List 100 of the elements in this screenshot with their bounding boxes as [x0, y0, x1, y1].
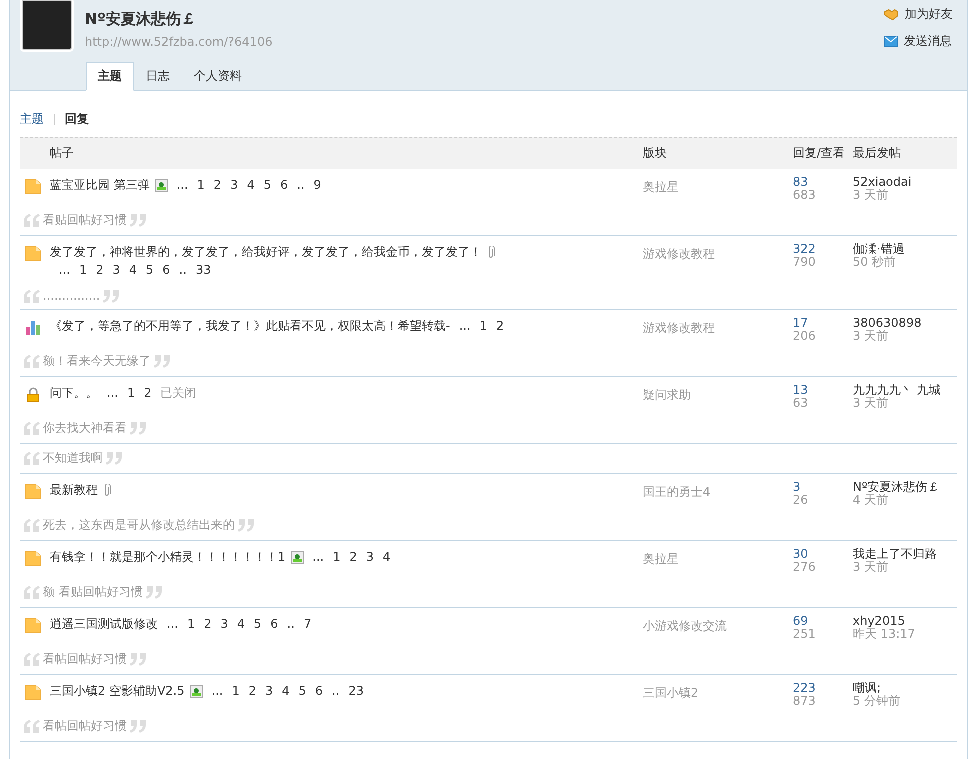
page-link[interactable]: 3 — [366, 550, 374, 564]
page-link[interactable]: 2 — [96, 263, 104, 277]
quote-close-icon — [238, 519, 254, 532]
page-link[interactable]: ... — [107, 386, 118, 400]
view-count: 683 — [793, 189, 817, 202]
quote-open-icon — [24, 586, 40, 599]
thread-title[interactable]: 有钱拿！！就是那个小精灵！！！！！！！1 — [50, 550, 286, 564]
page-link[interactable]: 6 — [280, 178, 288, 192]
profile-tab[interactable]: 主题 — [86, 62, 134, 91]
page-link[interactable]: .. — [297, 178, 305, 192]
add-friend-link[interactable]: 加为好友 — [884, 6, 953, 23]
status-text: 已关闭 — [160, 386, 197, 400]
last-poster[interactable]: xhy2015 — [853, 615, 958, 628]
reply-count: 223 — [793, 682, 817, 695]
page-link[interactable]: 1 — [197, 178, 205, 192]
page-link[interactable]: 7 — [304, 617, 312, 631]
last-poster[interactable]: 380630898 — [853, 317, 958, 330]
page-link[interactable]: 5 — [264, 178, 272, 192]
page-link[interactable]: 1 — [127, 386, 136, 400]
last-poster[interactable]: Nº安夏沐悲伤￡ — [853, 481, 958, 494]
page-link[interactable]: 4 — [383, 550, 391, 564]
send-message-link[interactable]: 发送消息 — [884, 33, 953, 50]
last-post-time: 5 分钟前 — [853, 695, 902, 708]
thread-title[interactable]: 蓝宝亚比园 第三弹 — [50, 178, 150, 192]
thread-title[interactable]: 问下。。 — [50, 386, 98, 400]
user-name: Nº安夏沐悲伤￡ — [85, 10, 198, 29]
thread-title[interactable]: 《发了，等急了的不用等了，我发了！》此贴看不见，权限太高！希望转载- — [50, 319, 450, 333]
page-link[interactable]: ... — [312, 550, 324, 564]
quote-open-icon — [24, 720, 40, 733]
last-poster[interactable]: 九九九九丶 九城 — [853, 384, 958, 397]
page-link[interactable]: .. — [287, 617, 295, 631]
page-link[interactable]: ... — [176, 178, 188, 192]
page-link[interactable]: 3 — [112, 263, 120, 277]
quote-close-icon — [130, 653, 146, 666]
view-count: 790 — [793, 256, 817, 269]
page-link[interactable]: 4 — [247, 178, 255, 192]
page-link[interactable]: 6 — [270, 617, 278, 631]
profile-tab[interactable]: 个人资料 — [182, 62, 254, 91]
lock-icon — [25, 387, 42, 403]
page-link[interactable]: 4 — [129, 263, 138, 277]
image-icon — [154, 179, 168, 192]
page-link[interactable]: ... — [167, 617, 178, 631]
page-link[interactable]: 4 — [237, 617, 246, 631]
page-link[interactable]: 1 — [232, 684, 240, 698]
page-link[interactable]: 5 — [254, 617, 262, 631]
page-link[interactable]: .. — [332, 684, 340, 698]
image-icon — [290, 551, 304, 564]
page-link[interactable]: 2 — [496, 319, 504, 333]
reply-quote: 不知道我啊 — [43, 450, 103, 467]
page-link[interactable]: 2 — [248, 684, 256, 698]
profile-tab[interactable]: 日志 — [134, 62, 182, 91]
page-link[interactable]: 2 — [350, 550, 358, 564]
page-link[interactable]: 5 — [298, 684, 306, 698]
page-link[interactable]: 3 — [265, 684, 274, 698]
view-count: 206 — [793, 330, 817, 343]
page-link[interactable]: ... — [59, 263, 70, 277]
page-link[interactable]: 3 — [220, 617, 228, 631]
thread-title[interactable]: 逍遥三国测试版修改 — [50, 617, 158, 631]
last-poster[interactable]: 我走上了不归路 — [853, 548, 958, 561]
page-link[interactable]: 1 — [333, 550, 341, 564]
page-link[interactable]: 1 — [187, 617, 196, 631]
page-link[interactable]: 2 — [144, 386, 152, 400]
reply-quote: 看帖回帖好习惯 — [43, 651, 127, 668]
page-link[interactable]: 5 — [146, 263, 154, 277]
page-link[interactable]: 33 — [196, 263, 212, 277]
last-post-time: 3 天前 — [853, 189, 890, 202]
page-link[interactable]: ... — [212, 684, 224, 698]
quote-open-icon — [24, 214, 40, 227]
folder-icon — [25, 685, 42, 701]
page-link[interactable]: 2 — [214, 178, 222, 192]
page-link[interactable]: .. — [179, 263, 187, 277]
last-post-time: 3 天前 — [853, 561, 890, 574]
folder-icon — [25, 618, 42, 634]
last-poster[interactable]: 52xiaodai — [853, 176, 958, 189]
last-post-time: 4 天前 — [853, 494, 890, 507]
page-link[interactable]: ... — [459, 319, 471, 333]
reply-quote: 死去，这东西是哥从修改总结出来的 — [43, 517, 235, 534]
quote-close-icon — [130, 720, 146, 733]
page-link[interactable]: 2 — [204, 617, 212, 631]
column-header: 回复/查看 — [793, 145, 846, 162]
page-link[interactable]: 3 — [230, 178, 238, 192]
page-link[interactable]: 1 — [480, 319, 488, 333]
page-link[interactable]: 4 — [282, 684, 290, 698]
thread-title[interactable]: 最新教程 — [50, 483, 98, 497]
thread-title[interactable]: 发了发了，神将世界的，发了发了，给我好评，发了发了，给我金币，发了发了！ — [50, 245, 482, 259]
page-link[interactable]: 23 — [348, 684, 364, 698]
reply-count: 69 — [793, 615, 810, 628]
quote-open-icon — [24, 653, 40, 666]
last-poster[interactable]: 伽渘·错過 — [853, 243, 958, 256]
page-link[interactable]: 1 — [79, 263, 88, 277]
page-link[interactable]: 6 — [162, 263, 170, 277]
page-link[interactable]: 9 — [314, 178, 322, 192]
quote-close-icon — [154, 355, 170, 368]
reply-count: 17 — [793, 317, 810, 330]
filter-link[interactable]: 回复 — [65, 111, 89, 128]
mail-icon — [884, 36, 898, 47]
last-poster[interactable]: 嘲讽; — [853, 682, 958, 695]
filter-link[interactable]: 主题 — [20, 111, 44, 128]
thread-title[interactable]: 三国小镇2 空影辅助V2.5 — [50, 684, 185, 698]
page-link[interactable]: 6 — [315, 684, 324, 698]
